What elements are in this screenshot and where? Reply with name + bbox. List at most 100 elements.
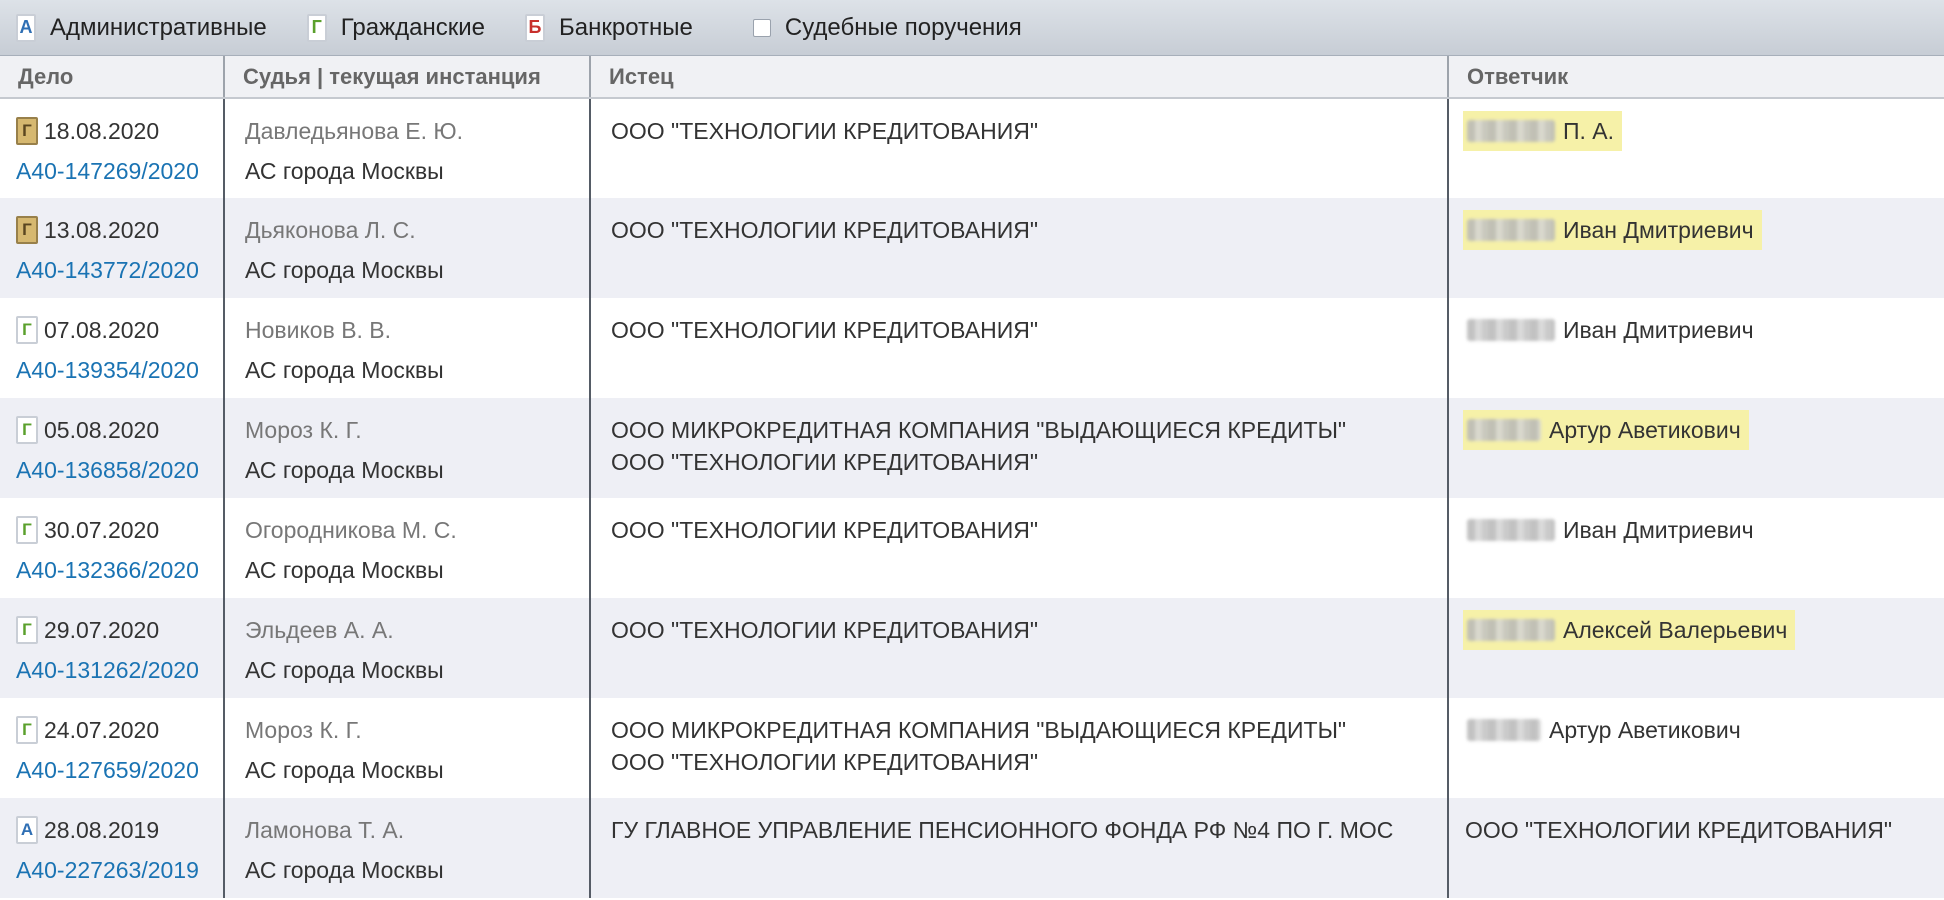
- filter-bankruptcy[interactable]: Б Банкротные: [525, 13, 693, 42]
- column-header-plaintiff[interactable]: Истец: [589, 56, 1448, 99]
- case-number-link[interactable]: А40-227263/2019: [16, 855, 223, 885]
- plaintiff-name: ООО "ТЕХНОЛОГИИ КРЕДИТОВАНИЯ": [611, 449, 1039, 475]
- case-number-link[interactable]: А40-136858/2020: [16, 455, 223, 485]
- case-cell: Г 07.08.2020 А40-139354/2020: [0, 298, 224, 398]
- defendant-cell: Иван Дмитриевич: [1447, 498, 1944, 598]
- plaintiff-name: ООО МИКРОКРЕДИТНАЯ КОМПАНИЯ "ВЫДАЮЩИЕСЯ …: [611, 717, 1347, 743]
- filter-administrative-label: Административные: [50, 13, 267, 41]
- judge-cell: Огородникова М. С. АС города Москвы: [223, 498, 590, 598]
- case-number-link[interactable]: А40-143772/2020: [16, 255, 223, 285]
- table-row: Г 30.07.2020 А40-132366/2020 Огородникова…: [0, 498, 1944, 598]
- case-date: 18.08.2020: [44, 117, 160, 144]
- administrative-case-icon: А: [16, 13, 36, 42]
- court-name: АС города Москвы: [245, 457, 444, 483]
- defendant-name-text: Артур Аветикович: [1549, 717, 1741, 743]
- court-name: АС города Москвы: [245, 557, 444, 583]
- judge-name: Новиков В. В.: [245, 317, 392, 343]
- defendant-name: Артур Аветикович: [1463, 710, 1749, 750]
- defendant-cell: Иван Дмитриевич: [1447, 298, 1944, 398]
- case-number-link[interactable]: А40-147269/2020: [16, 156, 223, 186]
- plaintiff-cell: ООО МИКРОКРЕДИТНАЯ КОМПАНИЯ "ВЫДАЮЩИЕСЯ …: [589, 698, 1448, 798]
- judge-name: Мороз К. Г.: [245, 417, 362, 443]
- case-cell: Г 18.08.2020 А40-147269/2020: [0, 98, 224, 198]
- defendant-name: Иван Дмитриевич: [1463, 510, 1762, 550]
- court-name: АС города Москвы: [245, 657, 444, 683]
- filter-civil-label: Гражданские: [340, 13, 486, 41]
- column-header-judge[interactable]: Судья | текущая инстанция: [223, 56, 590, 99]
- redacted-surname: [1467, 319, 1555, 341]
- judge-name: Дьяконова Л. С.: [245, 217, 416, 243]
- column-header-defendant[interactable]: Ответчик: [1447, 56, 1944, 99]
- court-name: АС города Москвы: [245, 158, 444, 184]
- case-date: 29.07.2020: [44, 616, 160, 643]
- defendant-name: П. А.: [1463, 111, 1623, 151]
- judge-name: Давледьянова Е. Ю.: [245, 118, 464, 144]
- defendant-name: Алексей Валерьевич: [1463, 610, 1796, 650]
- civil-case-icon: Г: [16, 616, 38, 644]
- case-date: 24.07.2020: [44, 716, 160, 743]
- plaintiff-name: ГУ ГЛАВНОЕ УПРАВЛЕНИЕ ПЕНСИОННОГО ФОНДА …: [611, 817, 1394, 843]
- defendant-cell: П. А.: [1447, 98, 1944, 198]
- defendant-name-text: ООО "ТЕХНОЛОГИИ КРЕДИТОВАНИЯ": [1465, 817, 1893, 843]
- table-row: Г 18.08.2020 А40-147269/2020 Давледьянова…: [0, 98, 1944, 198]
- case-number-link[interactable]: А40-131262/2020: [16, 655, 223, 685]
- filter-bankruptcy-label: Банкротные: [559, 13, 693, 41]
- filter-court-orders[interactable]: Судебные поручения: [733, 14, 1022, 42]
- court-orders-label: Судебные поручения: [784, 13, 1022, 41]
- civil-case-icon: Г: [16, 117, 38, 145]
- judge-name: Мороз К. Г.: [245, 717, 362, 743]
- court-name: АС города Москвы: [245, 257, 444, 283]
- defendant-cell: ООО "ТЕХНОЛОГИИ КРЕДИТОВАНИЯ": [1447, 798, 1944, 898]
- bankruptcy-case-icon: Б: [525, 13, 546, 42]
- case-date: 07.08.2020: [44, 316, 160, 343]
- table-row: Г 07.08.2020 А40-139354/2020 Новиков В. В…: [0, 298, 1944, 398]
- defendant-name: Иван Дмитриевич: [1463, 210, 1762, 250]
- case-number-link[interactable]: А40-139354/2020: [16, 355, 223, 385]
- case-date: 30.07.2020: [44, 516, 160, 543]
- case-date: 05.08.2020: [44, 416, 160, 443]
- defendant-cell: Иван Дмитриевич: [1447, 198, 1944, 298]
- table-row: Г 29.07.2020 А40-131262/2020 Эльдеев А. А…: [0, 598, 1944, 698]
- court-name: АС города Москвы: [245, 857, 444, 883]
- court-orders-checkbox[interactable]: [752, 18, 771, 37]
- judge-name: Ламонова Т. А.: [245, 817, 405, 843]
- case-date: 13.08.2020: [44, 216, 160, 243]
- judge-cell: Ламонова Т. А. АС города Москвы: [223, 798, 590, 898]
- case-cell: Г 13.08.2020 А40-143772/2020: [0, 198, 224, 298]
- defendant-name-text: Иван Дмитриевич: [1563, 517, 1754, 543]
- judge-cell: Мороз К. Г. АС города Москвы: [223, 698, 590, 798]
- defendant-cell: Артур Аветикович: [1447, 398, 1944, 498]
- redacted-surname: [1467, 219, 1555, 241]
- table-row: Г 13.08.2020 А40-143772/2020 Дьяконова Л.…: [0, 198, 1944, 298]
- filter-civil[interactable]: Г Гражданские: [306, 13, 486, 42]
- administrative-case-icon: А: [16, 816, 38, 844]
- defendant-name-text: Иван Дмитриевич: [1563, 217, 1754, 243]
- defendant-name: Артур Аветикович: [1463, 410, 1749, 450]
- defendant-name: Иван Дмитриевич: [1463, 310, 1762, 350]
- defendant-cell: Артур Аветикович: [1447, 698, 1944, 798]
- defendant-name-text: Алексей Валерьевич: [1563, 617, 1788, 643]
- plaintiff-name: ООО "ТЕХНОЛОГИИ КРЕДИТОВАНИЯ": [611, 217, 1039, 243]
- judge-cell: Мороз К. Г. АС города Москвы: [223, 398, 590, 498]
- cases-table: Дело Судья | текущая инстанция Истец Отв…: [0, 56, 1944, 898]
- judge-cell: Эльдеев А. А. АС города Москвы: [223, 598, 590, 698]
- redacted-surname: [1467, 719, 1541, 741]
- filter-administrative[interactable]: А Административные: [16, 13, 267, 42]
- judge-name: Эльдеев А. А.: [245, 617, 394, 643]
- case-number-link[interactable]: А40-132366/2020: [16, 555, 223, 585]
- case-cell: Г 29.07.2020 А40-131262/2020: [0, 598, 224, 698]
- plaintiff-cell: ООО "ТЕХНОЛОГИИ КРЕДИТОВАНИЯ": [589, 298, 1448, 398]
- redacted-surname: [1467, 419, 1541, 441]
- civil-case-icon: Г: [16, 316, 38, 344]
- plaintiff-name: ООО "ТЕХНОЛОГИИ КРЕДИТОВАНИЯ": [611, 617, 1039, 643]
- filter-toolbar: А Административные Г Гражданские Б Банкр…: [0, 0, 1944, 56]
- plaintiff-cell: ООО "ТЕХНОЛОГИИ КРЕДИТОВАНИЯ": [589, 98, 1448, 198]
- court-name: АС города Москвы: [245, 357, 444, 383]
- case-cell: А 28.08.2019 А40-227263/2019: [0, 798, 224, 898]
- plaintiff-cell: ООО "ТЕХНОЛОГИИ КРЕДИТОВАНИЯ": [589, 598, 1448, 698]
- column-header-case[interactable]: Дело: [0, 56, 224, 99]
- defendant-name: ООО "ТЕХНОЛОГИИ КРЕДИТОВАНИЯ": [1465, 810, 1900, 850]
- redacted-surname: [1467, 619, 1555, 641]
- table-row: Г 05.08.2020 А40-136858/2020 Мороз К. Г. …: [0, 398, 1944, 498]
- case-number-link[interactable]: А40-127659/2020: [16, 755, 223, 785]
